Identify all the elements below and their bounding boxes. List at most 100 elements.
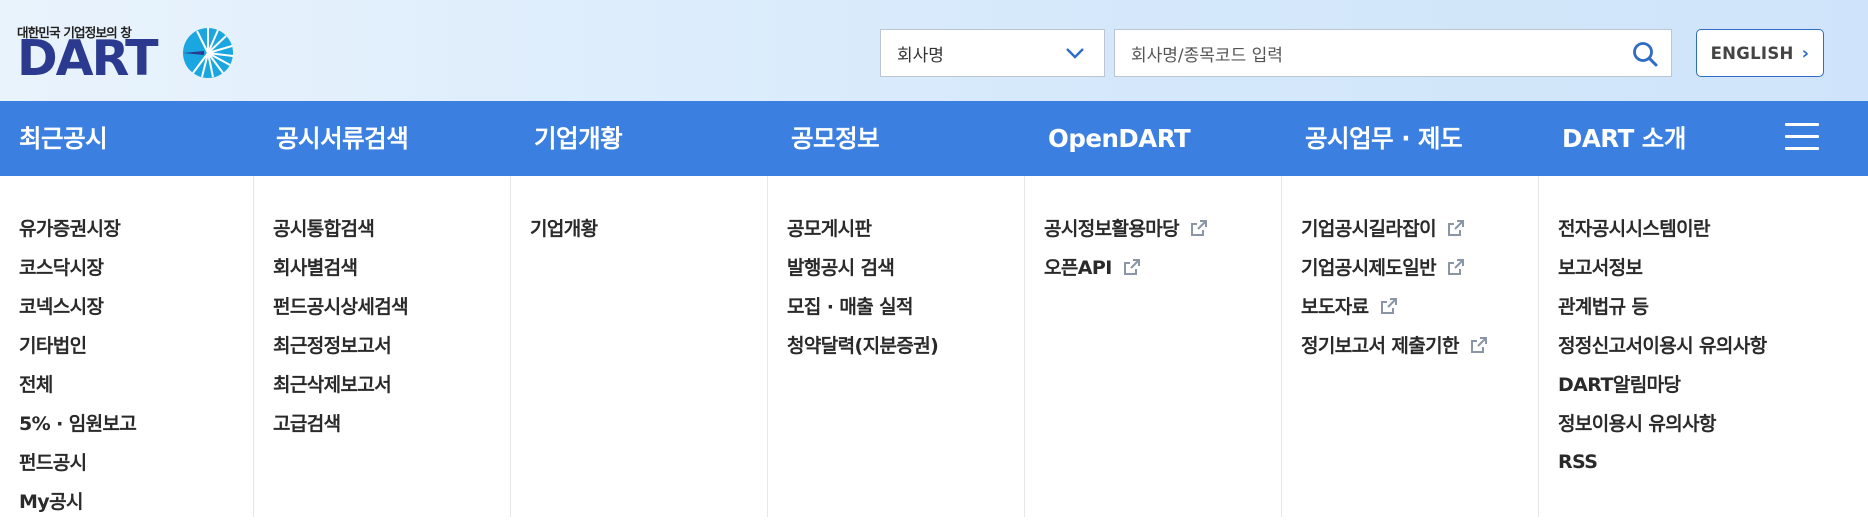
top-header: 대한민국 기업정보의 창 DART 회사명 회사명/종목코드 입력 ENGLIS… [0, 0, 1868, 101]
menu-item-label: DART알림마당 [1558, 374, 1681, 396]
menu-item-label: 공시통합검색 [273, 218, 375, 240]
menu-item-label: 관계법규 등 [1558, 296, 1649, 318]
menu-item[interactable]: 청약달력(지분증권) [787, 325, 939, 364]
menu-item[interactable]: 정정신고서이용시 유의사항 [1558, 325, 1767, 364]
external-link-icon [1446, 257, 1466, 277]
menu-item-label: 펀드공시 [19, 452, 87, 474]
menu-item[interactable]: 정보이용시 유의사항 [1558, 403, 1767, 442]
menu-item[interactable]: 공모게시판 [787, 208, 938, 247]
menu-item-label: 고급검색 [273, 413, 341, 435]
menu-item-label: 유가증권시장 [19, 218, 121, 240]
menu-column-company: 기업개황 [511, 176, 768, 517]
menu-item[interactable]: My공시 [19, 481, 136, 520]
menu-item[interactable]: 보도자료 [1301, 286, 1489, 325]
menu-item-label: 보도자료 [1301, 296, 1369, 318]
menu-item[interactable]: DART알림마당 [1558, 364, 1767, 403]
nav-about-dart[interactable]: DART 소개 [1562, 101, 1686, 176]
menu-item[interactable]: 전자공시시스템이란 [1558, 208, 1767, 247]
dart-logo[interactable]: 대한민국 기업정보의 창 DART [17, 20, 234, 87]
search-type-select[interactable]: 회사명 [880, 29, 1105, 77]
nav-document-search[interactable]: 공시서류검색 [276, 101, 409, 176]
menu-item-label: 정정신고서이용시 유의사항 [1558, 335, 1767, 357]
menu-column-opendart: 공시정보활용마당오픈API [1025, 176, 1282, 517]
menu-item[interactable]: 공시통합검색 [273, 208, 408, 247]
menu-item-label: 전자공시시스템이란 [1558, 218, 1711, 240]
menu-item-label: 정기보고서 제출기한 [1301, 335, 1460, 357]
menu-item-label: My공시 [19, 491, 83, 513]
menu-item-label: 공모게시판 [787, 218, 872, 240]
menu-item-label: 최근정정보고서 [273, 335, 392, 357]
menu-item[interactable]: 정기보고서 제출기한 [1301, 325, 1489, 364]
chevron-down-icon [1066, 48, 1084, 59]
nav-company-overview[interactable]: 기업개황 [534, 101, 623, 176]
nav-offering-info[interactable]: 공모정보 [791, 101, 880, 176]
external-link-icon [1469, 335, 1489, 355]
menu-column-recent: 유가증권시장코스닥시장코넥스시장기타법인전체 5% · 임원보고펀드공시 My공시 [0, 176, 254, 517]
menu-item[interactable]: 최근삭제보고서 [273, 364, 408, 403]
menu-column-search: 공시통합검색회사별검색펀드공시상세검색최근정정보고서최근삭제보고서고급검색 [254, 176, 511, 517]
menu-item-label: 기업공시제도일반 [1301, 257, 1437, 279]
menu-column-system: 기업공시길라잡이기업공시제도일반보도자료정기보고서 제출기한 [1282, 176, 1539, 517]
logo-burst-icon [183, 28, 234, 78]
search-placeholder: 회사명/종목코드 입력 [1131, 45, 1283, 66]
menu-item-label: 최근삭제보고서 [273, 374, 392, 396]
menu-item[interactable]: 발행공시 검색 [787, 247, 938, 286]
menu-item[interactable]: 펀드공시 [19, 442, 136, 481]
menu-item-label: 5% · 임원보고 [19, 413, 137, 435]
menu-item[interactable]: RSS [1558, 442, 1767, 481]
menu-item-label: 기타법인 [19, 335, 87, 357]
menu-item-label: 펀드공시상세검색 [273, 296, 409, 318]
external-link-icon [1446, 218, 1466, 238]
menu-item[interactable]: 고급검색 [273, 403, 408, 442]
nav-disclosure-system[interactable]: 공시업무 · 제도 [1305, 101, 1463, 176]
menu-item[interactable]: 코넥스시장 [19, 286, 136, 325]
menu-item[interactable]: 모집 · 매출 실적 [787, 286, 938, 325]
nav-recent-disclosure[interactable]: 최근공시 [19, 101, 108, 176]
nav-opendart[interactable]: OpenDART [1048, 101, 1191, 176]
menu-item[interactable]: 보고서정보 [1558, 247, 1767, 286]
menu-item[interactable]: 기업공시제도일반 [1301, 247, 1489, 286]
search-icon[interactable] [1631, 40, 1659, 68]
search-input[interactable]: 회사명/종목코드 입력 [1114, 29, 1672, 77]
mega-menu: 유가증권시장 코스닥시장 코넥스시장 기타법인 전체 5% · 임원보고 펀드공시 My공시 … [0, 176, 1868, 517]
external-link-icon [1122, 257, 1142, 277]
logo-wordmark: DART [17, 30, 159, 87]
external-link-icon [1379, 296, 1399, 316]
menu-item-label: 발행공시 검색 [787, 257, 895, 279]
menu-column-offering: 공모게시판발행공시 검색모집 · 매출 실적청약달력(지분증권) [768, 176, 1025, 517]
menu-item[interactable]: 기타법인 [19, 325, 136, 364]
main-nav: 최근공시 공시서류검색 기업개황 공모정보 OpenDART 공시업무 · 제도… [0, 101, 1868, 176]
menu-item-label: 전체 [19, 374, 53, 396]
english-label: ENGLISH [1710, 43, 1794, 63]
menu-item[interactable]: 유가증권시장 [19, 208, 136, 247]
menu-item[interactable]: 공시정보활용마당 [1044, 208, 1209, 247]
menu-item-label: 코스닥시장 [19, 257, 104, 279]
menu-item[interactable]: 기업개황 [530, 208, 598, 247]
menu-item-label: 기업개황 [530, 218, 598, 240]
external-link-icon [1189, 218, 1209, 238]
menu-column-about: 전자공시시스템이란보고서정보관계법규 등정정신고서이용시 유의사항 DART알림마… [1539, 176, 1868, 517]
menu-item[interactable]: 5% · 임원보고 [19, 403, 137, 442]
search-type-value: 회사명 [897, 45, 944, 66]
english-button[interactable]: ENGLISH › [1696, 29, 1824, 77]
menu-item-label: 보고서정보 [1558, 257, 1643, 279]
menu-item-label: 정보이용시 유의사항 [1558, 413, 1717, 435]
menu-item[interactable]: 최근정정보고서 [273, 325, 408, 364]
menu-item[interactable]: 코스닥시장 [19, 247, 136, 286]
menu-item-label: RSS [1558, 450, 1598, 473]
menu-item[interactable]: 관계법규 등 [1558, 286, 1767, 325]
menu-item-label: 코넥스시장 [19, 296, 104, 318]
menu-item[interactable]: 기업공시길라잡이 [1301, 208, 1489, 247]
menu-item[interactable]: 전체 [19, 364, 136, 403]
menu-item[interactable]: 오픈API [1044, 247, 1209, 286]
menu-item-label: 공시정보활용마당 [1044, 218, 1180, 240]
hamburger-menu-icon[interactable] [1785, 123, 1819, 153]
chevron-right-icon: › [1801, 42, 1810, 64]
menu-item[interactable]: 펀드공시상세검색 [273, 286, 409, 325]
menu-item-label: 회사별검색 [273, 257, 358, 279]
menu-item-label: 기업공시길라잡이 [1301, 218, 1437, 240]
menu-item[interactable]: 회사별검색 [273, 247, 408, 286]
menu-item-label: 모집 · 매출 실적 [787, 296, 914, 318]
menu-item-label: 청약달력(지분증권) [787, 335, 939, 357]
menu-item-label: 오픈API [1044, 257, 1112, 279]
